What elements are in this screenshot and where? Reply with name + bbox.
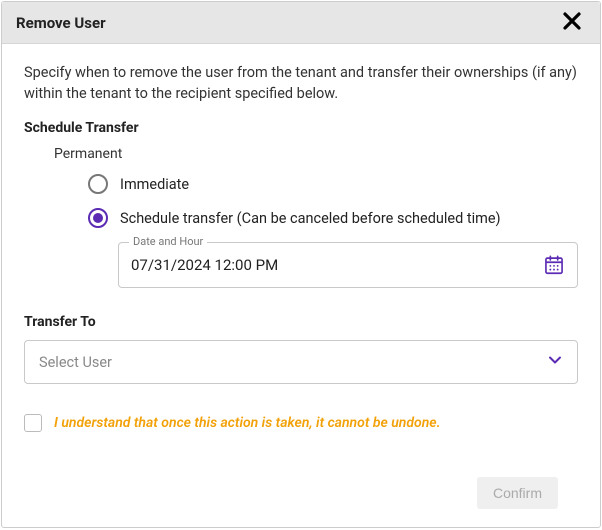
remove-user-dialog: Remove User Specify when to remove the u… (1, 1, 601, 528)
date-and-hour-field[interactable]: Date and Hour 07/31/2024 12:00 PM (118, 242, 578, 288)
dialog-titlebar: Remove User (2, 2, 600, 44)
close-button[interactable] (558, 9, 586, 37)
acknowledge-checkbox[interactable] (24, 414, 42, 432)
calendar-icon[interactable] (543, 254, 565, 276)
dialog-footer: Confirm (24, 461, 578, 527)
radio-label-immediate: Immediate (120, 176, 189, 193)
radio-option-scheduled[interactable]: Schedule transfer (Can be canceled befor… (88, 208, 578, 228)
date-field-label: Date and Hour (129, 235, 207, 248)
acknowledge-text: I understand that once this action is ta… (54, 415, 440, 431)
schedule-transfer-heading: Schedule Transfer (24, 120, 578, 136)
transfer-to-heading: Transfer To (24, 314, 578, 330)
radio-icon (88, 174, 108, 194)
radio-icon (88, 208, 108, 228)
acknowledge-row: I understand that once this action is ta… (24, 414, 578, 432)
permanent-subheading: Permanent (54, 146, 578, 162)
select-user-placeholder: Select User (39, 354, 547, 371)
dialog-description: Specify when to remove the user from the… (24, 62, 578, 104)
date-field-container: Date and Hour 07/31/2024 12:00 PM (118, 242, 578, 288)
radio-option-immediate[interactable]: Immediate (88, 174, 578, 194)
date-field-value: 07/31/2024 12:00 PM (131, 256, 543, 274)
select-user-container: Select User (24, 340, 578, 384)
chevron-down-icon (547, 352, 563, 372)
dialog-content: Specify when to remove the user from the… (2, 44, 600, 527)
radio-label-scheduled: Schedule transfer (Can be canceled befor… (120, 210, 501, 227)
transfer-to-section: Transfer To Select User (24, 314, 578, 384)
select-user-dropdown[interactable]: Select User (24, 340, 578, 384)
dialog-title: Remove User (16, 14, 558, 32)
close-icon (561, 10, 583, 36)
confirm-button[interactable]: Confirm (477, 477, 558, 509)
